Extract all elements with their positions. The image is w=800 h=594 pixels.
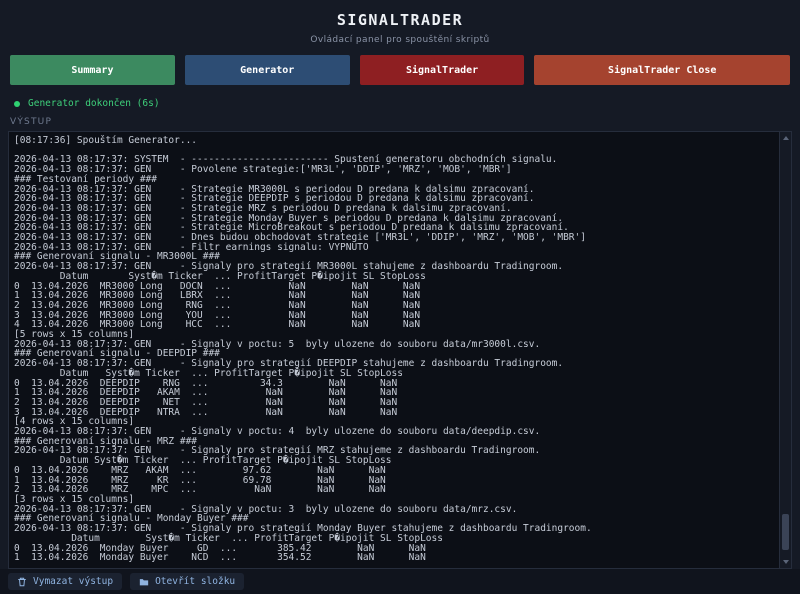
signaltrader-button[interactable]: SignalTrader xyxy=(360,55,525,85)
open-folder-button[interactable]: Otevřít složku xyxy=(130,573,244,590)
generator-button[interactable]: Generator xyxy=(185,55,350,85)
status-row: Generator dokončen (6s) xyxy=(0,98,800,109)
page-subtitle: Ovládací panel pro spouštění skriptů xyxy=(0,35,800,45)
folder-icon xyxy=(139,577,149,587)
summary-button[interactable]: Summary xyxy=(10,55,175,85)
console-first-line: [08:17:36] Spouštím Generator... xyxy=(14,136,775,146)
header: SIGNALTRADER Ovládací panel pro spouštěn… xyxy=(0,0,800,45)
open-folder-label: Otevřít složku xyxy=(155,576,235,587)
clear-output-label: Vymazat výstup xyxy=(33,576,113,587)
signaltrader-close-button[interactable]: SignalTrader Close xyxy=(534,55,790,85)
scroll-up-icon[interactable] xyxy=(780,132,791,144)
status-text: Generator dokončen (6s) xyxy=(28,98,160,109)
page-title: SIGNALTRADER xyxy=(0,11,800,29)
toolbar: Summary Generator SignalTrader SignalTra… xyxy=(0,55,800,85)
output-console[interactable]: [08:17:36] Spouštím Generator... 2026-04… xyxy=(8,131,792,569)
console-log-text: 2026-04-13 08:17:37: SYSTEM - ----------… xyxy=(14,155,775,563)
app-window: SIGNALTRADER Ovládací panel pro spouštěn… xyxy=(0,0,800,594)
output-section-label: VÝSTUP xyxy=(10,117,800,127)
footer-bar: Vymazat výstup Otevřít složku xyxy=(0,569,800,594)
status-dot-icon xyxy=(14,101,20,107)
scroll-down-icon[interactable] xyxy=(780,556,791,568)
console-scrollbar[interactable] xyxy=(779,132,791,568)
trash-icon xyxy=(17,577,27,587)
scrollbar-thumb[interactable] xyxy=(782,514,789,550)
clear-output-button[interactable]: Vymazat výstup xyxy=(8,573,122,590)
